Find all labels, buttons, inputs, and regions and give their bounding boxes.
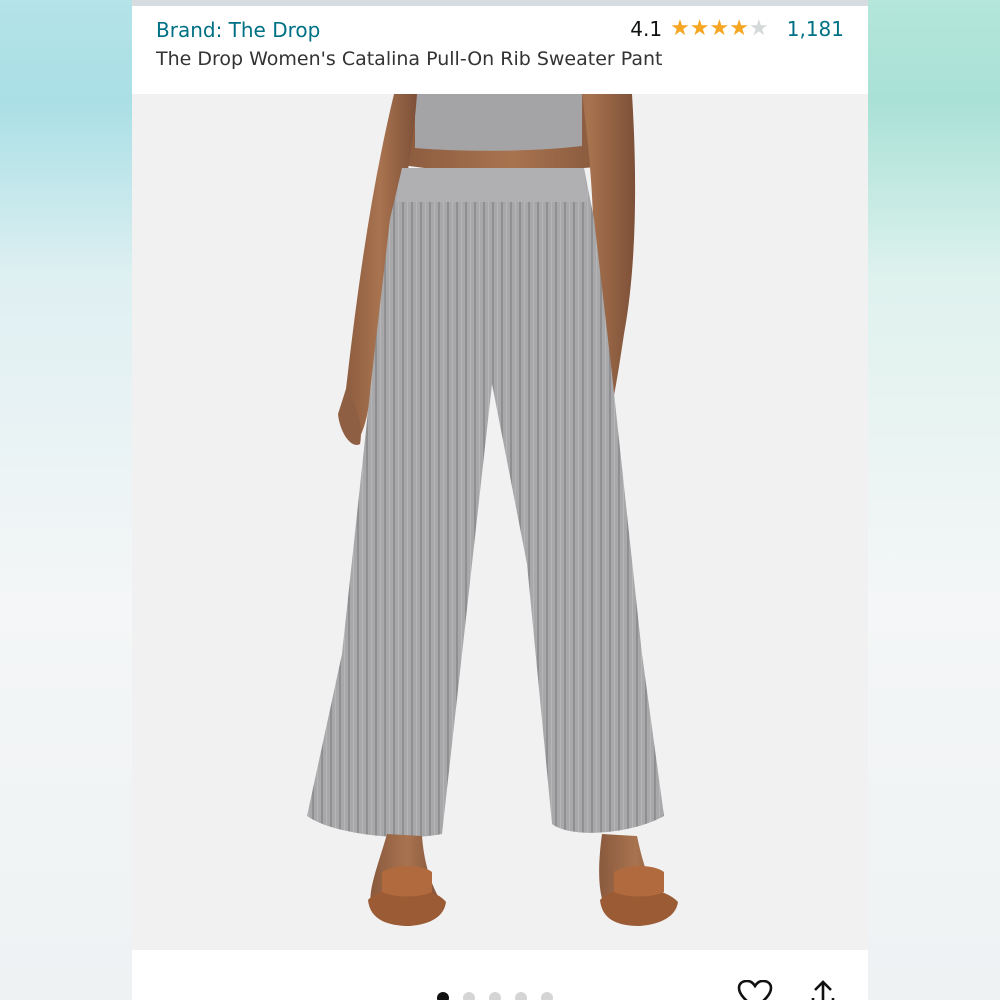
pager-dot[interactable]	[541, 992, 553, 1000]
star-icon: ★	[670, 16, 690, 41]
image-pager	[437, 992, 553, 1000]
pager-dot-active[interactable]	[437, 992, 449, 1000]
favorite-button[interactable]	[735, 980, 775, 1000]
star-icon: ★	[709, 16, 730, 41]
gallery-footer	[132, 950, 868, 1000]
star-icon: ★	[689, 16, 710, 41]
brand-link[interactable]: Brand: The Drop	[156, 18, 320, 42]
heart-icon	[737, 980, 773, 1000]
review-count-link[interactable]: 1,181	[787, 17, 844, 41]
pager-dot[interactable]	[489, 992, 501, 1000]
star-rating: ★ ★ ★ ★ ★	[670, 18, 769, 40]
product-image[interactable]	[132, 94, 868, 950]
pager-dot[interactable]	[463, 992, 475, 1000]
background-left	[0, 0, 132, 1000]
product-photo	[132, 94, 868, 950]
background-right	[868, 0, 1000, 1000]
product-header: Brand: The Drop 4.1 ★ ★ ★ ★ ★ 1,181 The …	[132, 6, 868, 94]
share-icon	[811, 980, 835, 1000]
star-outline-icon: ★	[749, 16, 769, 41]
pager-dot[interactable]	[515, 992, 527, 1000]
product-title: The Drop Women's Catalina Pull-On Rib Sw…	[156, 48, 663, 70]
product-card: Brand: The Drop 4.1 ★ ★ ★ ★ ★ 1,181 The …	[132, 0, 868, 1000]
star-icon: ★	[729, 16, 749, 41]
rating-value: 4.1	[630, 17, 663, 41]
rating-summary[interactable]: 4.1 ★ ★ ★ ★ ★ 1,181	[630, 17, 844, 41]
share-button[interactable]	[808, 980, 838, 1000]
